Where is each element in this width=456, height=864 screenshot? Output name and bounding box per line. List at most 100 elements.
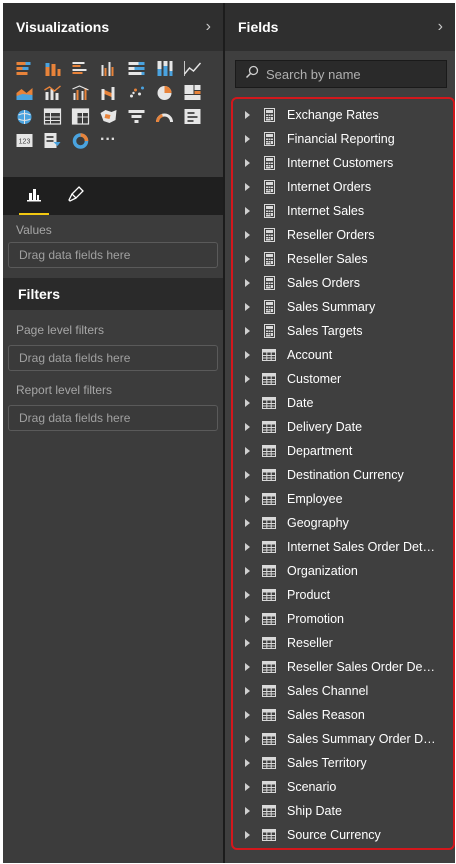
expand-caret-icon[interactable] <box>245 759 250 767</box>
map-icon[interactable] <box>12 105 36 127</box>
table-icon <box>262 684 276 698</box>
field-table-item[interactable]: Sales Orders <box>233 271 453 295</box>
expand-caret-icon[interactable] <box>245 303 250 311</box>
field-table-item[interactable]: Sales Territory <box>233 751 453 775</box>
expand-caret-icon[interactable] <box>245 135 250 143</box>
field-table-item[interactable]: Source Currency <box>233 823 453 847</box>
field-table-item[interactable]: Internet Customers <box>233 151 453 175</box>
field-table-item[interactable]: Geography <box>233 511 453 535</box>
field-table-item[interactable]: Scenario <box>233 775 453 799</box>
expand-caret-icon[interactable] <box>245 591 250 599</box>
expand-caret-icon[interactable] <box>245 735 250 743</box>
expand-caret-icon[interactable] <box>245 831 250 839</box>
ribbon-chart-icon[interactable] <box>96 81 120 103</box>
field-table-item[interactable]: Internet Sales <box>233 199 453 223</box>
calculator-icon <box>262 252 276 266</box>
expand-caret-icon[interactable] <box>245 423 250 431</box>
expand-caret-icon[interactable] <box>245 663 250 671</box>
slicer-icon[interactable] <box>40 129 64 151</box>
field-table-item[interactable]: Sales Reason <box>233 703 453 727</box>
search-input[interactable] <box>266 66 436 82</box>
field-table-item[interactable]: Reseller Sales <box>233 247 453 271</box>
expand-caret-icon[interactable] <box>245 207 250 215</box>
field-table-item[interactable]: Employee <box>233 487 453 511</box>
donut-chart-icon[interactable] <box>68 129 92 151</box>
field-table-item[interactable]: Department <box>233 439 453 463</box>
expand-caret-icon[interactable] <box>245 687 250 695</box>
format-tab[interactable] <box>57 177 95 215</box>
expand-caret-icon[interactable] <box>245 183 250 191</box>
100-stacked-column-chart-icon[interactable] <box>152 57 176 79</box>
field-table-item[interactable]: Promotion <box>233 607 453 631</box>
clustered-column-chart-icon[interactable] <box>96 57 120 79</box>
expand-caret-icon[interactable] <box>245 159 250 167</box>
field-table-item[interactable]: Exchange Rates <box>233 103 453 127</box>
more-visuals-icon[interactable]: ··· <box>96 129 120 151</box>
treemap-icon[interactable] <box>180 81 204 103</box>
area-chart-icon[interactable] <box>12 81 36 103</box>
field-table-item[interactable]: Reseller Sales Order Details <box>233 655 453 679</box>
field-table-item[interactable]: Ship Date <box>233 799 453 823</box>
field-table-item[interactable]: Delivery Date <box>233 415 453 439</box>
stacked-column-chart-icon[interactable] <box>40 57 64 79</box>
expand-caret-icon[interactable] <box>245 471 250 479</box>
expand-caret-icon[interactable] <box>245 567 250 575</box>
clustered-bar-chart-icon[interactable] <box>68 57 92 79</box>
expand-caret-icon[interactable] <box>245 543 250 551</box>
field-table-item[interactable]: Date <box>233 391 453 415</box>
page-filters-drop-zone[interactable]: Drag data fields here <box>8 345 218 371</box>
field-table-item[interactable]: Internet Sales Order Details <box>233 535 453 559</box>
field-table-item[interactable]: Reseller Orders <box>233 223 453 247</box>
chevron-right-icon[interactable]: › <box>438 18 443 36</box>
expand-caret-icon[interactable] <box>245 279 250 287</box>
expand-caret-icon[interactable] <box>245 375 250 383</box>
funnel-icon[interactable] <box>124 105 148 127</box>
report-filters-drop-zone[interactable]: Drag data fields here <box>8 405 218 431</box>
field-table-item[interactable]: Sales Targets <box>233 319 453 343</box>
expand-caret-icon[interactable] <box>245 783 250 791</box>
expand-caret-icon[interactable] <box>245 519 250 527</box>
expand-caret-icon[interactable] <box>245 807 250 815</box>
expand-caret-icon[interactable] <box>245 447 250 455</box>
table-icon <box>262 588 276 602</box>
bar-chart-fields-icon <box>26 186 42 207</box>
fields-tab[interactable] <box>15 177 53 215</box>
field-table-item[interactable]: Financial Reporting <box>233 127 453 151</box>
field-table-item[interactable]: Destination Currency <box>233 463 453 487</box>
field-table-item[interactable]: Sales Summary <box>233 295 453 319</box>
stacked-bar-chart-icon[interactable] <box>12 57 36 79</box>
expand-caret-icon[interactable] <box>245 327 250 335</box>
field-table-item[interactable]: Internet Orders <box>233 175 453 199</box>
expand-caret-icon[interactable] <box>245 351 250 359</box>
card-icon[interactable]: 123 <box>12 129 36 151</box>
line-clustered-column-chart-icon[interactable] <box>68 81 92 103</box>
expand-caret-icon[interactable] <box>245 255 250 263</box>
field-table-item[interactable]: Account <box>233 343 453 367</box>
expand-caret-icon[interactable] <box>245 231 250 239</box>
expand-caret-icon[interactable] <box>245 111 250 119</box>
expand-caret-icon[interactable] <box>245 399 250 407</box>
table-icon[interactable] <box>40 105 64 127</box>
expand-caret-icon[interactable] <box>245 639 250 647</box>
line-stacked-column-chart-icon[interactable] <box>40 81 64 103</box>
multi-row-card-icon[interactable] <box>180 105 204 127</box>
100-stacked-bar-chart-icon[interactable] <box>124 57 148 79</box>
expand-caret-icon[interactable] <box>245 615 250 623</box>
field-table-item[interactable]: Product <box>233 583 453 607</box>
expand-caret-icon[interactable] <box>245 711 250 719</box>
field-table-item[interactable]: Customer <box>233 367 453 391</box>
matrix-icon[interactable] <box>68 105 92 127</box>
field-table-item[interactable]: Reseller <box>233 631 453 655</box>
values-drop-zone[interactable]: Drag data fields here <box>8 242 218 268</box>
chevron-right-icon[interactable]: › <box>206 18 211 36</box>
line-chart-icon[interactable] <box>180 57 204 79</box>
pie-chart-icon[interactable] <box>152 81 176 103</box>
scatter-chart-icon[interactable] <box>124 81 148 103</box>
field-table-item[interactable]: Organization <box>233 559 453 583</box>
table-icon <box>262 372 276 386</box>
expand-caret-icon[interactable] <box>245 495 250 503</box>
field-table-item[interactable]: Sales Summary Order Det... <box>233 727 453 751</box>
field-table-item[interactable]: Sales Channel <box>233 679 453 703</box>
filled-map-icon[interactable] <box>96 105 120 127</box>
gauge-icon[interactable] <box>152 105 176 127</box>
